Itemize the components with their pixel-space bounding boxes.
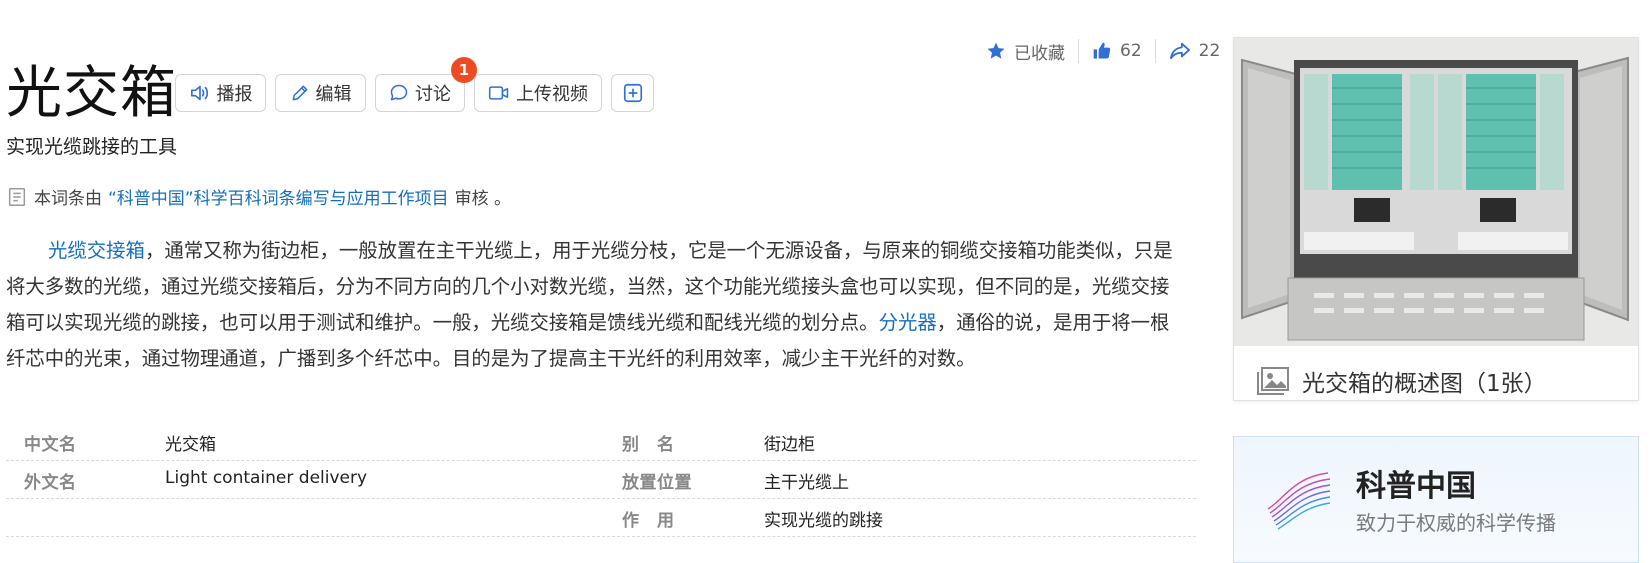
image-caption[interactable]: 光交箱的概述图（1张） [1256, 364, 1547, 398]
favorite-label: 已收藏 [1014, 43, 1065, 64]
cabinet-photo[interactable] [1234, 38, 1638, 346]
upload-video-label: 上传视频 [516, 84, 588, 105]
share-icon [1169, 42, 1190, 60]
discuss-button[interactable]: 讨论 [375, 74, 465, 112]
kepu-slogan: 致力于权威的科学传播 [1356, 511, 1556, 535]
gallery-icon [1257, 367, 1289, 395]
star-icon [987, 42, 1005, 59]
summary-image-card[interactable]: 光交箱的概述图（1张） [1233, 37, 1639, 401]
info-row: 作 用 实现光缆的跳接 [6, 499, 1196, 537]
favorite-button[interactable]: 已收藏 [986, 39, 1065, 64]
stats-bar: 已收藏 62 22 [986, 38, 1220, 64]
review-suffix: 审核 。 [454, 189, 512, 209]
review-project-link[interactable]: “科普中国”科学百科词条编写与应用工作项目 [108, 184, 449, 209]
info-value: 主干光缆上 [764, 473, 849, 493]
thumbs-up-icon [1093, 42, 1111, 59]
summary-link-cable-box[interactable]: 光缆交接箱 [48, 239, 145, 262]
speaker-icon [190, 85, 208, 101]
share-count: 22 [1198, 41, 1221, 61]
video-icon [488, 86, 509, 100]
like-button[interactable]: 62 [1092, 41, 1142, 61]
cabinet-illustration [1234, 38, 1638, 346]
kepu-china-card[interactable]: 科普中国 致力于权威的科学传播 [1233, 436, 1639, 563]
summary-link-splitter[interactable]: 分光器 [879, 311, 937, 334]
pencil-icon [292, 85, 307, 101]
divider [1078, 39, 1079, 63]
broadcast-button[interactable]: 播报 [175, 74, 266, 112]
summary-paragraph: 光缆交接箱，通常又称为街边柜，一般放置在主干光缆上，用于光缆分枝，它是一个无源设… [6, 233, 1186, 377]
edit-label: 编辑 [315, 84, 352, 105]
kepu-logo-icon [1267, 472, 1331, 530]
info-key: 放置位置 [622, 473, 692, 493]
document-icon [8, 187, 26, 206]
info-value: 街边柜 [764, 435, 815, 455]
page-subtitle: 实现光缆跳接的工具 [6, 136, 178, 158]
info-key: 作 用 [622, 511, 675, 531]
image-caption-text: 光交箱的概述图（1张） [1302, 371, 1547, 397]
info-value: 实现光缆的跳接 [764, 511, 883, 531]
discuss-label: 讨论 [415, 84, 451, 105]
info-value: 光交箱 [165, 435, 216, 455]
edit-button[interactable]: 编辑 [275, 74, 366, 112]
broadcast-label: 播报 [216, 84, 253, 105]
review-prefix: 本词条由 [34, 189, 102, 209]
plus-square-icon [623, 83, 642, 103]
info-row: 外文名 Light container delivery 放置位置 主干光缆上 [6, 461, 1196, 499]
share-button[interactable]: 22 [1169, 41, 1221, 61]
info-key: 外文名 [24, 473, 77, 493]
info-key: 别 名 [622, 435, 675, 455]
info-value: Light container delivery [165, 468, 368, 488]
kepu-name: 科普中国 [1356, 469, 1476, 504]
add-button[interactable] [611, 74, 654, 112]
info-row: 中文名 光交箱 别 名 街边柜 [6, 423, 1196, 461]
info-key: 中文名 [24, 435, 77, 455]
basic-info-table: 中文名 光交箱 别 名 街边柜 外文名 Light container deli… [6, 423, 1196, 537]
upload-video-button[interactable]: 上传视频 [474, 74, 602, 112]
page-title: 光交箱 [6, 61, 177, 126]
comment-icon [390, 84, 408, 101]
like-count: 62 [1120, 41, 1142, 61]
review-notice: 本词条由 “科普中国”科学百科词条编写与应用工作项目 审核 。 [6, 184, 511, 209]
divider [1154, 39, 1156, 63]
